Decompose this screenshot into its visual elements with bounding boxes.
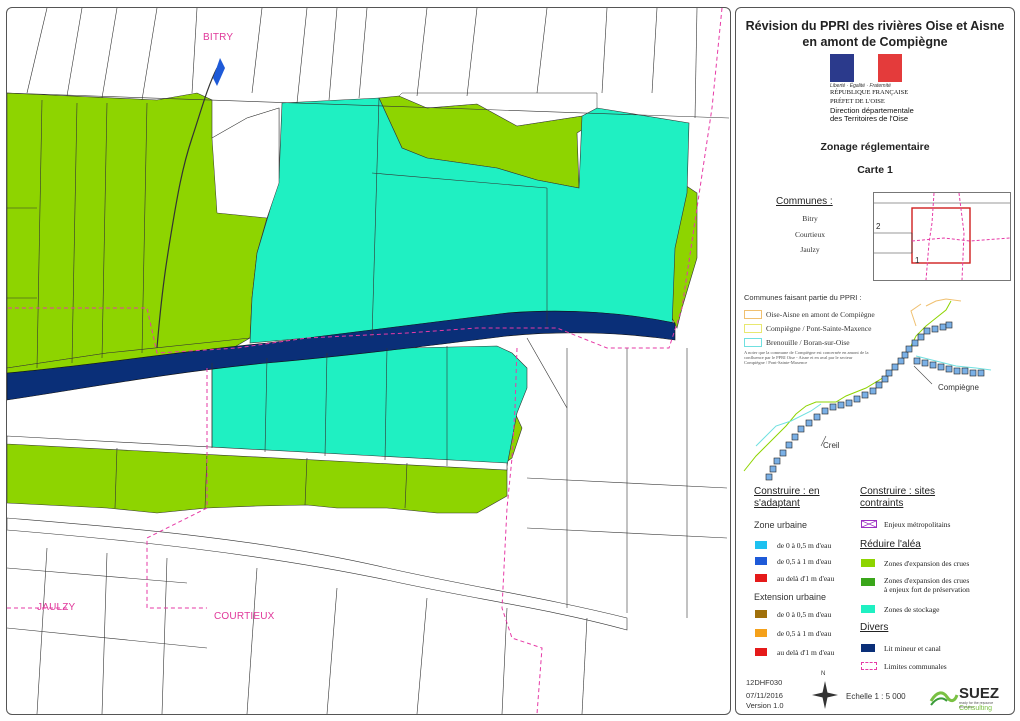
place-bitry: BITRY [203, 32, 234, 43]
inset-label-1: 1 [915, 256, 920, 265]
place-courtieux: COURTIEUX [214, 611, 275, 622]
title-line-2: en amont de Compiègne [802, 35, 948, 49]
enjeux-swatch [861, 520, 877, 528]
zu-swatch-1 [755, 541, 767, 549]
north-label: N [821, 671, 826, 677]
construire-sites-line-1: Construire : sites [860, 486, 936, 497]
place-jaulzy: JAULZY [37, 602, 76, 613]
zone-urbaine-heading: Zone urbaine [754, 520, 808, 530]
logo-prefet: PRÉFET DE L'OISE [830, 98, 885, 105]
communes-heading: Communes : [776, 196, 833, 207]
eu-swatch-3 [755, 648, 767, 656]
zones-expansion-fort-line-2: à enjeux fort de préservation [884, 585, 970, 594]
eu-swatch-2 [755, 629, 767, 637]
lit-mineur-label: Lit mineur et canal [884, 644, 941, 653]
zu-label-1: de 0 à 0,5 m d'eau [777, 541, 832, 550]
construire-adaptant-line-1: Construire : en [754, 486, 820, 497]
city-compiegne: Compiègne [938, 383, 979, 392]
inset-label-2: 2 [876, 222, 881, 231]
zones-stockage-label: Zones de stockage [884, 605, 940, 614]
zu-swatch-2 [755, 557, 767, 565]
zu-label-2: de 0,5 à 1 m d'eau [777, 557, 832, 566]
ddt-line-2: des Territoires de l'Oise [830, 114, 908, 123]
divers-heading: Divers [860, 622, 889, 633]
city-creil: Creil [823, 441, 840, 450]
eu-label-3: au delà d'1 m d'eau [777, 648, 835, 657]
map-title: Révision du PPRI des rivières Oise et Ai… [736, 18, 1014, 50]
logo-republique: RÉPUBLIQUE FRANÇAISE [830, 89, 909, 96]
zones-stockage-swatch [861, 605, 875, 613]
extension-urbaine-heading: Extension urbaine [754, 592, 827, 602]
zones-expansion-swatch [861, 559, 875, 567]
map-date: 07/11/2016 [746, 691, 783, 700]
scale-label: Echelle 1 : 5 000 [846, 692, 906, 701]
map-version: Version 1.0 [746, 701, 784, 710]
sheet-index-inset[interactable]: 2 1 [873, 192, 1011, 281]
legend-construire-adaptant: Construire : en s'adaptant [754, 486, 820, 510]
suez-wave-icon [929, 691, 959, 706]
map-code: 12DHF030 [746, 678, 783, 687]
zones-expansion-label: Zones d'expansion des crues [884, 559, 970, 568]
sheet-index-map [874, 192, 1011, 281]
limites-label: Limites communales [884, 662, 947, 671]
construire-sites-line-2: contraints [860, 498, 904, 509]
oise-overview-map [743, 298, 992, 481]
zones-expansion-fort-swatch [861, 578, 875, 586]
zu-label-3: au delà d'1 m d'eau [777, 574, 835, 583]
commune-jaulzy: Jaulzy [800, 245, 820, 254]
suez-brand: SUEZ [959, 685, 1000, 702]
limites-swatch [861, 662, 877, 670]
title-line-1: Révision du PPRI des rivières Oise et Ai… [745, 19, 1005, 33]
commune-courtieux: Courtieux [795, 230, 825, 239]
zu-swatch-3 [755, 574, 767, 582]
map-frame[interactable]: BITRY JAULZY COURTIEUX [6, 7, 731, 715]
suez-consulting: Consulting [959, 705, 993, 712]
enjeux-label: Enjeux métropolitains [884, 520, 951, 529]
construire-adaptant-line-2: s'adaptant [754, 498, 800, 509]
logo-ddt: Direction départementale des Territoires… [830, 107, 916, 123]
eu-label-2: de 0,5 à 1 m d'eau [777, 629, 832, 638]
eu-swatch-1 [755, 610, 767, 618]
map-canvas[interactable] [7, 8, 730, 714]
zones-expansion-fort-line-1: Zones d'expansion des crues [884, 576, 970, 585]
road-south [7, 517, 628, 631]
lit-mineur-swatch [861, 644, 875, 652]
eu-label-1: de 0 à 0,5 m d'eau [777, 610, 832, 619]
commune-bitry: Bitry [802, 214, 818, 223]
legend-panel: Révision du PPRI des rivières Oise et Ai… [735, 7, 1015, 715]
zones-expansion-fort-label: Zones d'expansion des crues à enjeux for… [884, 576, 970, 594]
legend-construire-sites: Construire : sites contraints [860, 486, 935, 510]
zonage-title: Zonage réglementaire [820, 141, 930, 153]
reduire-alea-heading: Réduire l'aléa [860, 539, 921, 550]
marianne-logo [830, 54, 902, 82]
carte-number: Carte 1 [857, 164, 893, 176]
suez-logo: SUEZ ready for the resource revolution C… [929, 685, 1009, 714]
north-arrow-icon [812, 681, 838, 709]
